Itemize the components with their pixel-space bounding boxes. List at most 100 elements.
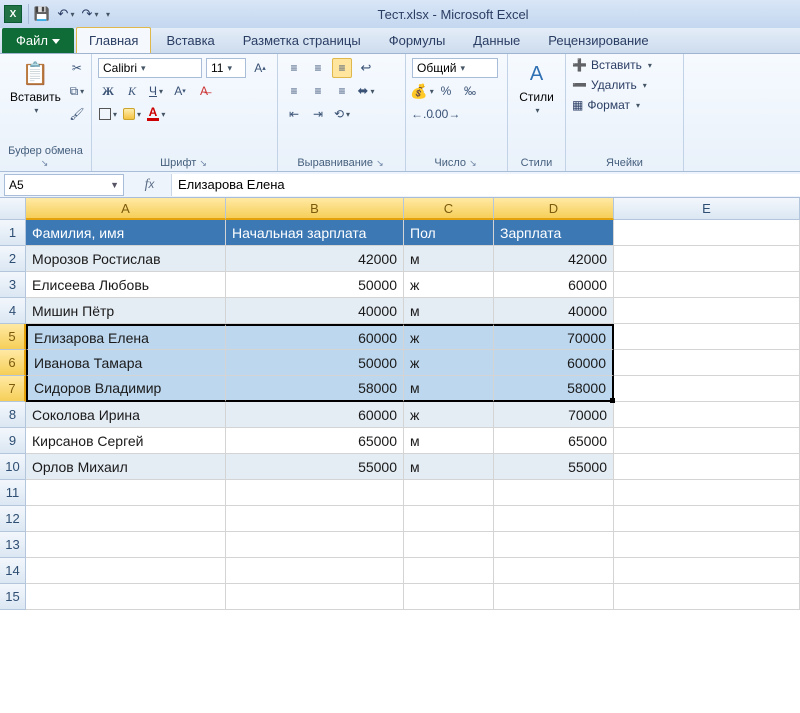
- align-top-button[interactable]: ≡: [284, 58, 304, 78]
- cell-styles-button[interactable]: A Стили ▾: [514, 58, 559, 117]
- row-header[interactable]: 10: [0, 454, 26, 480]
- cell[interactable]: м: [404, 428, 494, 454]
- align-bottom-button[interactable]: ≡: [332, 58, 352, 78]
- cell[interactable]: Морозов Ростислав: [26, 246, 226, 272]
- cell[interactable]: [494, 532, 614, 558]
- cell[interactable]: [614, 298, 800, 324]
- cell[interactable]: м: [404, 376, 494, 402]
- paste-button[interactable]: 📋 Вставить ▾: [6, 58, 65, 117]
- row-header[interactable]: 1: [0, 220, 26, 246]
- cell[interactable]: [614, 272, 800, 298]
- row-header[interactable]: 6: [0, 350, 26, 376]
- tab-review[interactable]: Рецензирование: [535, 27, 661, 53]
- cell[interactable]: ж: [404, 272, 494, 298]
- delete-cells-button[interactable]: ➖Удалить▾: [572, 78, 677, 92]
- cell[interactable]: Сидоров Владимир: [26, 376, 226, 402]
- cell[interactable]: 60000: [494, 350, 614, 376]
- cell[interactable]: [404, 532, 494, 558]
- align-center-button[interactable]: ≡: [308, 81, 328, 101]
- percent-button[interactable]: %: [436, 81, 456, 101]
- cell[interactable]: м: [404, 246, 494, 272]
- row-header[interactable]: 11: [0, 480, 26, 506]
- cell[interactable]: Зарплата: [494, 220, 614, 246]
- cell[interactable]: 70000: [494, 324, 614, 350]
- column-header-C[interactable]: C: [404, 198, 494, 220]
- cell[interactable]: [614, 584, 800, 610]
- name-box[interactable]: A5▼: [4, 174, 124, 196]
- cell[interactable]: [614, 480, 800, 506]
- cell[interactable]: [614, 246, 800, 272]
- cell[interactable]: Иванова Тамара: [26, 350, 226, 376]
- cell[interactable]: Фамилия, имя: [26, 220, 226, 246]
- grow-font-button[interactable]: A▴: [250, 58, 270, 78]
- undo-button[interactable]: ↶▾: [56, 4, 76, 24]
- row-header[interactable]: 15: [0, 584, 26, 610]
- tab-insert[interactable]: Вставка: [153, 27, 227, 53]
- cell[interactable]: 50000: [226, 272, 404, 298]
- cell[interactable]: ж: [404, 402, 494, 428]
- font-launcher-icon[interactable]: ↘: [199, 158, 209, 168]
- cell[interactable]: 58000: [226, 376, 404, 402]
- cell[interactable]: [614, 220, 800, 246]
- increase-decimal-button[interactable]: ←.0: [412, 104, 432, 124]
- cell[interactable]: [404, 558, 494, 584]
- column-header-E[interactable]: E: [614, 198, 800, 220]
- font-name-combo[interactable]: Calibri▾: [98, 58, 202, 78]
- cell[interactable]: 55000: [226, 454, 404, 480]
- cell[interactable]: Мишин Пётр: [26, 298, 226, 324]
- font-color-button[interactable]: A▾: [146, 104, 166, 124]
- cell[interactable]: 60000: [226, 324, 404, 350]
- cell[interactable]: Орлов Михаил: [26, 454, 226, 480]
- row-header[interactable]: 13: [0, 532, 26, 558]
- cell[interactable]: Пол: [404, 220, 494, 246]
- copy-button[interactable]: ⧉▾: [67, 81, 87, 101]
- number-launcher-icon[interactable]: ↘: [469, 158, 479, 168]
- column-header-A[interactable]: A: [26, 198, 226, 220]
- format-painter-button[interactable]: 🖌: [67, 104, 87, 124]
- row-header[interactable]: 8: [0, 402, 26, 428]
- cell[interactable]: 42000: [226, 246, 404, 272]
- tab-file[interactable]: Файл: [2, 28, 74, 53]
- decrease-decimal-button[interactable]: .00→: [436, 104, 456, 124]
- merge-button[interactable]: ⬌▾: [356, 81, 376, 101]
- cell[interactable]: [26, 532, 226, 558]
- underline-button[interactable]: Ч▾: [146, 81, 166, 101]
- cell[interactable]: м: [404, 454, 494, 480]
- save-button[interactable]: 💾: [32, 4, 52, 24]
- row-header[interactable]: 2: [0, 246, 26, 272]
- shrink-font-button[interactable]: A▾: [170, 81, 190, 101]
- clear-format-button[interactable]: A̶: [194, 81, 214, 101]
- italic-button[interactable]: К: [122, 81, 142, 101]
- decrease-indent-button[interactable]: ⇤: [284, 104, 304, 124]
- cell[interactable]: [404, 480, 494, 506]
- cell[interactable]: [26, 558, 226, 584]
- cell[interactable]: [494, 584, 614, 610]
- cell[interactable]: [614, 506, 800, 532]
- cell[interactable]: ж: [404, 324, 494, 350]
- formula-input[interactable]: Елизарова Елена: [172, 174, 800, 196]
- cell[interactable]: [494, 506, 614, 532]
- cell[interactable]: [614, 532, 800, 558]
- number-format-combo[interactable]: Общий▾: [412, 58, 498, 78]
- row-header[interactable]: 14: [0, 558, 26, 584]
- cell[interactable]: [614, 428, 800, 454]
- cell[interactable]: 65000: [226, 428, 404, 454]
- row-header[interactable]: 7: [0, 376, 26, 402]
- fill-color-button[interactable]: ▾: [122, 104, 142, 124]
- cell[interactable]: Начальная зарплата: [226, 220, 404, 246]
- cell[interactable]: [26, 506, 226, 532]
- redo-button[interactable]: ↷▾: [80, 4, 100, 24]
- cell[interactable]: [226, 480, 404, 506]
- cell[interactable]: 65000: [494, 428, 614, 454]
- align-right-button[interactable]: ≡: [332, 81, 352, 101]
- tab-home[interactable]: Главная: [76, 27, 151, 53]
- borders-button[interactable]: ▾: [98, 104, 118, 124]
- increase-indent-button[interactable]: ⇥: [308, 104, 328, 124]
- currency-button[interactable]: 💰▾: [412, 81, 432, 101]
- cell[interactable]: [614, 402, 800, 428]
- insert-cells-button[interactable]: ➕Вставить▾: [572, 58, 677, 72]
- cell[interactable]: 60000: [494, 272, 614, 298]
- cell[interactable]: [614, 324, 800, 350]
- cell[interactable]: Елизарова Елена: [26, 324, 226, 350]
- cell[interactable]: Кирсанов Сергей: [26, 428, 226, 454]
